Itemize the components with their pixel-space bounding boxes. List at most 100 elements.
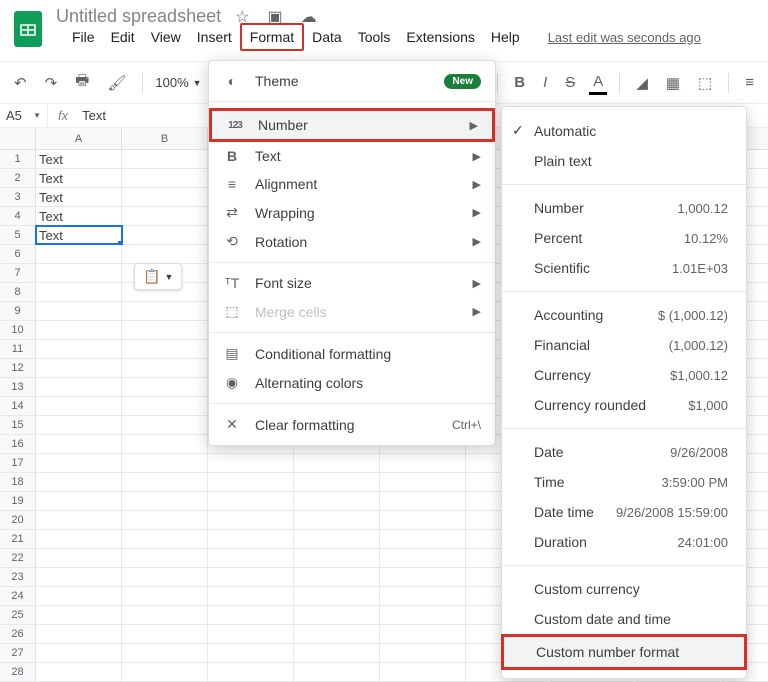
- name-box[interactable]: A5▼: [0, 104, 48, 127]
- cell[interactable]: [380, 587, 466, 605]
- menu-extensions[interactable]: Extensions: [398, 25, 482, 49]
- menu-conditional-formatting[interactable]: ▤Conditional formatting: [209, 339, 495, 368]
- num-scientific[interactable]: Scientific1.01E+03: [502, 253, 746, 283]
- cell[interactable]: [36, 511, 122, 529]
- row-header[interactable]: 24: [0, 587, 36, 605]
- cell[interactable]: [36, 492, 122, 510]
- cell[interactable]: [122, 378, 208, 396]
- cell[interactable]: [294, 511, 380, 529]
- fill-color-icon[interactable]: ◢: [632, 72, 652, 94]
- row-header[interactable]: 3: [0, 188, 36, 206]
- menu-number[interactable]: 123Number▶: [209, 108, 495, 142]
- menu-theme[interactable]: ◐ThemeNew: [209, 67, 495, 95]
- row-header[interactable]: 21: [0, 530, 36, 548]
- cell[interactable]: [380, 473, 466, 491]
- menu-edit[interactable]: Edit: [103, 25, 143, 49]
- num-time[interactable]: Time3:59:00 PM: [502, 467, 746, 497]
- cell[interactable]: [36, 663, 122, 681]
- row-header[interactable]: 16: [0, 435, 36, 453]
- row-header[interactable]: 19: [0, 492, 36, 510]
- row-header[interactable]: 12: [0, 359, 36, 377]
- cell[interactable]: [36, 454, 122, 472]
- cell[interactable]: [208, 549, 294, 567]
- cell[interactable]: [122, 416, 208, 434]
- cell[interactable]: [208, 454, 294, 472]
- row-header[interactable]: 10: [0, 321, 36, 339]
- undo-icon[interactable]: ↶: [10, 72, 31, 94]
- num-accounting[interactable]: Accounting$ (1,000.12): [502, 300, 746, 330]
- cell[interactable]: [122, 340, 208, 358]
- row-header[interactable]: 6: [0, 245, 36, 263]
- num-datetime[interactable]: Date time9/26/2008 15:59:00: [502, 497, 746, 527]
- cell[interactable]: [122, 150, 208, 168]
- num-automatic[interactable]: ✓Automatic: [502, 115, 746, 146]
- row-header[interactable]: 20: [0, 511, 36, 529]
- cell[interactable]: [122, 188, 208, 206]
- cell[interactable]: [122, 226, 208, 244]
- row-header[interactable]: 26: [0, 625, 36, 643]
- row-header[interactable]: 17: [0, 454, 36, 472]
- cell[interactable]: [122, 511, 208, 529]
- cell[interactable]: [294, 454, 380, 472]
- cell[interactable]: [36, 397, 122, 415]
- cell[interactable]: [208, 587, 294, 605]
- cell[interactable]: [122, 245, 208, 263]
- cell[interactable]: [380, 530, 466, 548]
- row-header[interactable]: 14: [0, 397, 36, 415]
- cell[interactable]: [36, 435, 122, 453]
- num-custom-datetime[interactable]: Custom date and time: [502, 604, 746, 634]
- menu-file[interactable]: File: [64, 25, 103, 49]
- cell[interactable]: Text: [36, 150, 122, 168]
- num-custom-number-format[interactable]: Custom number format: [501, 634, 747, 670]
- last-edit-link[interactable]: Last edit was seconds ago: [548, 30, 701, 45]
- cell[interactable]: [36, 302, 122, 320]
- borders-icon[interactable]: ▦: [662, 72, 684, 94]
- cell[interactable]: [208, 473, 294, 491]
- row-header[interactable]: 7: [0, 264, 36, 282]
- cell[interactable]: [36, 644, 122, 662]
- bold-icon[interactable]: B: [510, 72, 529, 93]
- cell[interactable]: [122, 397, 208, 415]
- cell[interactable]: [294, 568, 380, 586]
- cell[interactable]: [294, 644, 380, 662]
- cell[interactable]: [122, 302, 208, 320]
- cell[interactable]: [36, 359, 122, 377]
- italic-icon[interactable]: I: [539, 72, 551, 93]
- cell[interactable]: [122, 321, 208, 339]
- cell[interactable]: [380, 663, 466, 681]
- row-header[interactable]: 5: [0, 226, 36, 244]
- cell[interactable]: [36, 587, 122, 605]
- menu-view[interactable]: View: [143, 25, 189, 49]
- cell[interactable]: [294, 492, 380, 510]
- paste-options-chip[interactable]: 📋▼: [134, 263, 182, 290]
- cell[interactable]: [122, 587, 208, 605]
- cell[interactable]: [294, 663, 380, 681]
- menu-insert[interactable]: Insert: [189, 25, 240, 49]
- row-header[interactable]: 28: [0, 663, 36, 681]
- cell[interactable]: [36, 625, 122, 643]
- col-header[interactable]: B: [122, 128, 208, 149]
- cell[interactable]: [36, 606, 122, 624]
- menu-data[interactable]: Data: [304, 25, 350, 49]
- menu-alignment[interactable]: ≡Alignment▶: [209, 170, 495, 198]
- cell[interactable]: Text: [36, 226, 122, 244]
- cell[interactable]: [122, 454, 208, 472]
- row-header[interactable]: 25: [0, 606, 36, 624]
- cell[interactable]: [122, 644, 208, 662]
- num-plaintext[interactable]: Plain text: [502, 146, 746, 176]
- cell[interactable]: [122, 435, 208, 453]
- num-percent[interactable]: Percent10.12%: [502, 223, 746, 253]
- cell[interactable]: [208, 530, 294, 548]
- menu-rotation[interactable]: ⟲Rotation▶: [209, 227, 495, 256]
- menu-format[interactable]: Format: [240, 23, 304, 51]
- cell[interactable]: [208, 568, 294, 586]
- cell[interactable]: [36, 264, 122, 282]
- cell[interactable]: [36, 530, 122, 548]
- col-header[interactable]: A: [36, 128, 122, 149]
- cell[interactable]: [36, 549, 122, 567]
- row-header[interactable]: 27: [0, 644, 36, 662]
- row-header[interactable]: 15: [0, 416, 36, 434]
- cell[interactable]: [208, 606, 294, 624]
- num-currency[interactable]: Currency$1,000.12: [502, 360, 746, 390]
- sheets-logo[interactable]: [14, 11, 42, 47]
